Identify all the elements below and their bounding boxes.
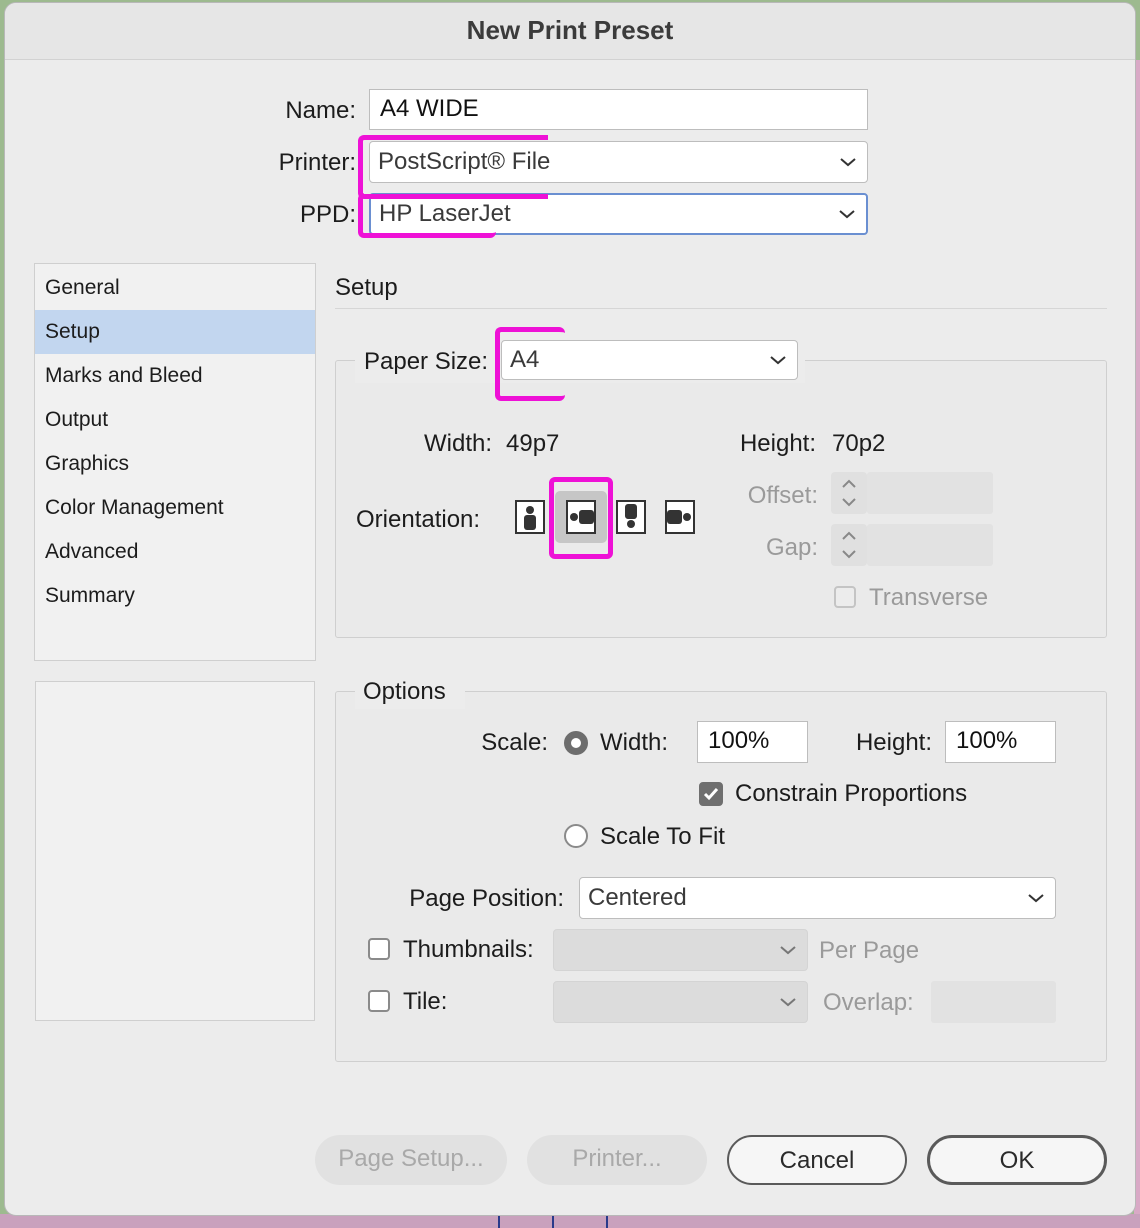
scale-to-fit-radio[interactable] xyxy=(564,824,588,848)
height-value: 70p2 xyxy=(832,430,886,457)
sidebar-item-graphics[interactable]: Graphics xyxy=(35,442,315,486)
printer-label: Printer: xyxy=(278,149,356,176)
page-position-value: Centered xyxy=(588,884,687,911)
printer-button[interactable]: Printer... xyxy=(527,1135,707,1185)
scale-width-field[interactable]: 100% xyxy=(697,721,808,763)
scale-width-radio[interactable] xyxy=(564,731,588,755)
gap-stepper[interactable] xyxy=(831,524,867,566)
scale-label: Scale: xyxy=(481,729,548,756)
sidebar-item-output[interactable]: Output xyxy=(35,398,315,442)
cancel-button[interactable]: Cancel xyxy=(727,1135,907,1185)
checkmark-icon xyxy=(703,788,719,801)
orientation-label: Orientation: xyxy=(356,506,481,533)
background-guide-line xyxy=(498,1214,500,1228)
scale-height-label: Height: xyxy=(855,729,932,756)
reverse-portrait-icon[interactable] xyxy=(616,500,646,534)
width-label: Width: xyxy=(423,430,492,457)
dialog-title: New Print Preset xyxy=(5,3,1135,60)
name-label: Name: xyxy=(285,97,356,124)
overlap-field[interactable] xyxy=(931,981,1056,1023)
transverse-checkbox[interactable] xyxy=(834,586,856,608)
page-setup-button[interactable]: Page Setup... xyxy=(315,1135,507,1185)
sidebar-item-setup[interactable]: Setup xyxy=(35,310,315,354)
ok-button[interactable]: OK xyxy=(927,1135,1107,1185)
chevron-down-icon xyxy=(770,356,786,365)
scale-width-label: Width: xyxy=(600,729,669,756)
options-section-title: Options xyxy=(363,678,446,705)
page-position-select[interactable]: Centered xyxy=(579,877,1056,919)
chevron-down-icon xyxy=(1028,894,1044,903)
sidebar-item-marks-and-bleed[interactable]: Marks and Bleed xyxy=(35,354,315,398)
print-preset-dialog: New Print Preset Name: A4 WIDE Printer: … xyxy=(4,2,1136,1216)
width-value: 49p7 xyxy=(506,430,560,457)
sidebar-item-general[interactable]: General xyxy=(35,266,315,310)
paper-size-label: Paper Size: xyxy=(364,348,489,375)
gap-field[interactable] xyxy=(867,524,993,566)
constrain-proportions-label: Constrain Proportions xyxy=(735,780,968,807)
background-window-strip xyxy=(0,1214,1140,1228)
constrain-proportions-checkbox[interactable] xyxy=(699,782,723,806)
gap-label: Gap: xyxy=(765,534,818,561)
tile-checkbox[interactable] xyxy=(368,990,390,1012)
portrait-icon[interactable] xyxy=(515,500,545,534)
settings-category-list: General Setup Marks and Bleed Output Gra… xyxy=(34,263,316,661)
sidebar-item-summary[interactable]: Summary xyxy=(35,574,315,618)
highlight-annotation xyxy=(358,193,496,238)
sidebar-item-advanced[interactable]: Advanced xyxy=(35,530,315,574)
page-preview xyxy=(35,681,315,1021)
setup-section-title: Setup xyxy=(335,274,398,301)
offset-field[interactable] xyxy=(867,472,993,514)
section-divider xyxy=(335,308,1107,309)
chevron-down-icon xyxy=(840,158,856,167)
ppd-label: PPD: xyxy=(299,201,356,228)
height-label: Height: xyxy=(739,430,816,457)
sidebar-item-color-management[interactable]: Color Management xyxy=(35,486,315,530)
offset-stepper[interactable] xyxy=(831,472,867,514)
highlight-annotation xyxy=(495,327,565,401)
highlight-annotation xyxy=(549,477,613,559)
name-field[interactable]: A4 WIDE xyxy=(369,89,868,130)
highlight-annotation xyxy=(358,135,548,199)
tile-select[interactable] xyxy=(553,981,808,1023)
reverse-landscape-icon[interactable] xyxy=(665,500,695,534)
stepper-arrows-icon xyxy=(842,479,856,507)
tile-label: Tile: xyxy=(403,988,448,1015)
thumbnails-select[interactable] xyxy=(553,929,808,971)
background-guide-line xyxy=(552,1214,554,1228)
page-position-label: Page Position: xyxy=(409,885,564,912)
chevron-down-icon xyxy=(780,998,796,1007)
per-page-label: Per Page xyxy=(819,937,920,964)
overlap-label: Overlap: xyxy=(823,989,914,1016)
transverse-label: Transverse xyxy=(869,584,989,611)
background-guide-line xyxy=(606,1214,608,1228)
thumbnails-checkbox[interactable] xyxy=(368,938,390,960)
scale-to-fit-label: Scale To Fit xyxy=(600,823,725,850)
chevron-down-icon xyxy=(839,210,855,219)
stepper-arrows-icon xyxy=(842,531,856,559)
chevron-down-icon xyxy=(780,946,796,955)
offset-label: Offset: xyxy=(747,482,818,509)
scale-height-field[interactable]: 100% xyxy=(945,721,1056,763)
thumbnails-label: Thumbnails: xyxy=(403,936,534,963)
